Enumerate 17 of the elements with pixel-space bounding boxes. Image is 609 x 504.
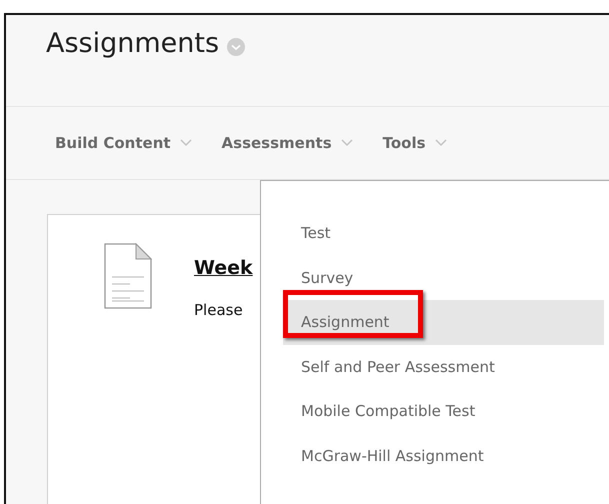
menu-item[interactable]: McGraw-Hill Assignment: [283, 434, 604, 478]
nav-menu-button[interactable]: Build Content: [55, 134, 171, 152]
nav-menu-button[interactable]: Assessments: [222, 134, 332, 152]
menu-item[interactable]: Survey: [283, 256, 604, 300]
chevron-down-icon[interactable]: [434, 139, 447, 147]
item-description: Please: [194, 301, 244, 319]
menu-item[interactable]: Assignment: [283, 300, 604, 344]
item-title-link[interactable]: Week: [194, 257, 253, 279]
nav-menu-button[interactable]: Tools: [382, 134, 426, 152]
menu-item[interactable]: Mobile Compatible Test: [283, 389, 604, 434]
chevron-down-icon[interactable]: [180, 139, 192, 147]
menu-item[interactable]: Self and Peer Assessment: [283, 344, 604, 389]
document-icon: [104, 243, 152, 309]
chevron-down-icon[interactable]: [340, 139, 353, 147]
chevron-down-icon[interactable]: [227, 38, 246, 56]
menu-item[interactable]: Test: [283, 211, 604, 256]
page-title: Assignments: [46, 28, 220, 59]
